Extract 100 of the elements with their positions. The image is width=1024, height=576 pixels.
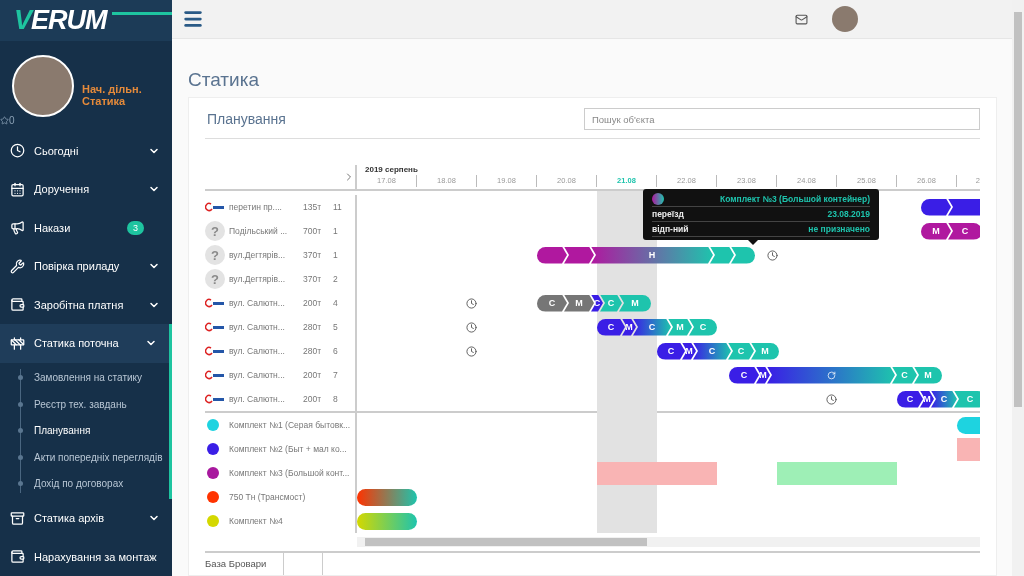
- task-segment[interactable]: М: [682, 342, 696, 360]
- clock-icon: [10, 143, 25, 159]
- object-count: 1: [333, 226, 339, 236]
- task-segment[interactable]: С: [657, 342, 685, 360]
- object-count: 7: [333, 370, 339, 380]
- object-name: вул. Салютн...: [229, 346, 286, 356]
- company-logo-icon: [205, 394, 225, 404]
- object-weight: 280т: [303, 346, 323, 356]
- status-dot: [652, 193, 664, 205]
- nav-item[interactable]: Повірка приладу: [0, 247, 172, 286]
- task-segment[interactable]: Н: [591, 246, 713, 264]
- page-title: Статика: [188, 69, 260, 91]
- tooltip-value: не призначено: [808, 224, 870, 234]
- card-title: Планування: [206, 111, 286, 127]
- task-segment[interactable]: М: [920, 390, 934, 408]
- task-segment[interactable]: [357, 488, 417, 506]
- tooltip-value: 23.08.2019: [827, 209, 870, 219]
- task-segment[interactable]: С: [729, 366, 759, 384]
- object-weight: 370т: [303, 274, 323, 284]
- company-logo-icon: [205, 322, 225, 332]
- app-logo: VERUM: [14, 4, 107, 36]
- object-name: вул. Салютн...: [229, 370, 286, 380]
- task-segment[interactable]: [921, 198, 951, 216]
- horizontal-scrollbar[interactable]: [357, 537, 980, 547]
- task-segment[interactable]: М: [564, 294, 594, 312]
- user-role: Нач. дільн. Статика: [82, 83, 142, 108]
- object-count: 5: [333, 322, 339, 332]
- task-segment[interactable]: [564, 246, 594, 264]
- unknown-object-icon: ?: [205, 221, 225, 241]
- task-segment[interactable]: [537, 246, 567, 264]
- object-name: вул. Салютн...: [229, 298, 286, 308]
- task-segment[interactable]: С: [897, 390, 923, 408]
- task-segment[interactable]: С: [693, 342, 731, 360]
- archive-icon: [10, 510, 25, 526]
- nav-item[interactable]: Нарахування за монтаж: [0, 537, 172, 576]
- nav-subitem[interactable]: Дохід по договорах: [0, 470, 169, 497]
- tooltip-title: Комплект №3 (Большой контейнер): [720, 194, 870, 204]
- clock-icon: [826, 393, 837, 405]
- clock-icon: [767, 249, 778, 261]
- clock-icon: [466, 321, 477, 333]
- search-field[interactable]: Пошук об'єкта: [584, 108, 980, 130]
- object-count: 2: [333, 274, 339, 284]
- resource-name: Комплект №4: [229, 516, 283, 526]
- task-segment[interactable]: С: [931, 390, 957, 408]
- month-label: 2019 серпень: [364, 165, 419, 175]
- task-segment[interactable]: М: [921, 222, 951, 240]
- tooltip-label: відп-ний: [652, 224, 689, 234]
- unknown-object-icon: ?: [205, 269, 225, 289]
- company-logo-icon: [205, 370, 225, 380]
- object-weight: 280т: [303, 322, 323, 332]
- mail-button[interactable]: [795, 12, 808, 26]
- tooltip-label: переїзд: [652, 209, 684, 219]
- object-count: 4: [333, 298, 339, 308]
- nav-item[interactable]: Накази 3: [0, 208, 172, 247]
- megaphone-icon: [10, 220, 25, 236]
- object-weight: 200т: [303, 298, 323, 308]
- base-tab[interactable]: База Бровари: [205, 553, 284, 575]
- object-name: Подільський ...: [229, 226, 289, 236]
- task-segment[interactable]: [767, 366, 895, 384]
- object-name: вул. Салютн...: [229, 394, 286, 404]
- nav-item[interactable]: Статика архів: [0, 499, 172, 538]
- resource-name: 750 Тн (Трансмост): [229, 492, 306, 502]
- object-name: вул.Дегтярів...: [229, 274, 286, 284]
- unknown-object-icon: ?: [205, 245, 225, 265]
- clock-icon: [466, 345, 477, 357]
- company-logo-icon: [205, 202, 225, 212]
- nav-item[interactable]: Статика поточна: [0, 324, 172, 363]
- object-name: перетин пр....: [229, 202, 283, 212]
- task-segment[interactable]: С: [948, 222, 980, 240]
- nav-subitem[interactable]: Замовлення на статику: [0, 364, 169, 391]
- resource-name: Комплект №3 (Большой конт...: [229, 468, 350, 478]
- task-segment[interactable]: С: [537, 294, 567, 312]
- object-weight: 200т: [303, 370, 323, 380]
- menu-button[interactable]: [182, 8, 204, 30]
- nav-subitem[interactable]: Акти попередніх переглядів: [0, 444, 169, 471]
- nav-subitem[interactable]: Планування: [0, 417, 169, 444]
- resource-name: Комплект №1 (Серая бытовк...: [229, 420, 351, 430]
- wallet-icon: [10, 549, 25, 565]
- object-count: 8: [333, 394, 339, 404]
- user-rating: 0: [0, 114, 15, 126]
- object-weight: 370т: [303, 250, 323, 260]
- company-logo-icon: [205, 346, 225, 356]
- clock-icon: [466, 297, 477, 309]
- object-count: 11: [333, 202, 343, 212]
- resource-name: Комплект №2 (Быт + мал ко...: [229, 444, 347, 454]
- object-weight: 700т: [303, 226, 323, 236]
- object-name: вул. Салютн...: [229, 322, 286, 332]
- nav-item[interactable]: Заробітна платня: [0, 285, 172, 324]
- object-weight: 135т: [303, 202, 323, 212]
- nav-item[interactable]: Сьогодні: [0, 131, 172, 170]
- nav-subitem[interactable]: Реєстр тех. завдань: [0, 391, 169, 418]
- task-segment[interactable]: М: [756, 366, 770, 384]
- object-weight: 200т: [303, 394, 323, 404]
- nav-item[interactable]: Доручення: [0, 170, 172, 209]
- wallet-icon: [10, 297, 25, 313]
- wrench-icon: [10, 258, 25, 274]
- avatar-photo-placeholder[interactable]: [832, 6, 858, 32]
- object-count: 1: [333, 250, 339, 260]
- vertical-scrollbar[interactable]: [1012, 0, 1024, 576]
- refresh-icon: [826, 370, 836, 380]
